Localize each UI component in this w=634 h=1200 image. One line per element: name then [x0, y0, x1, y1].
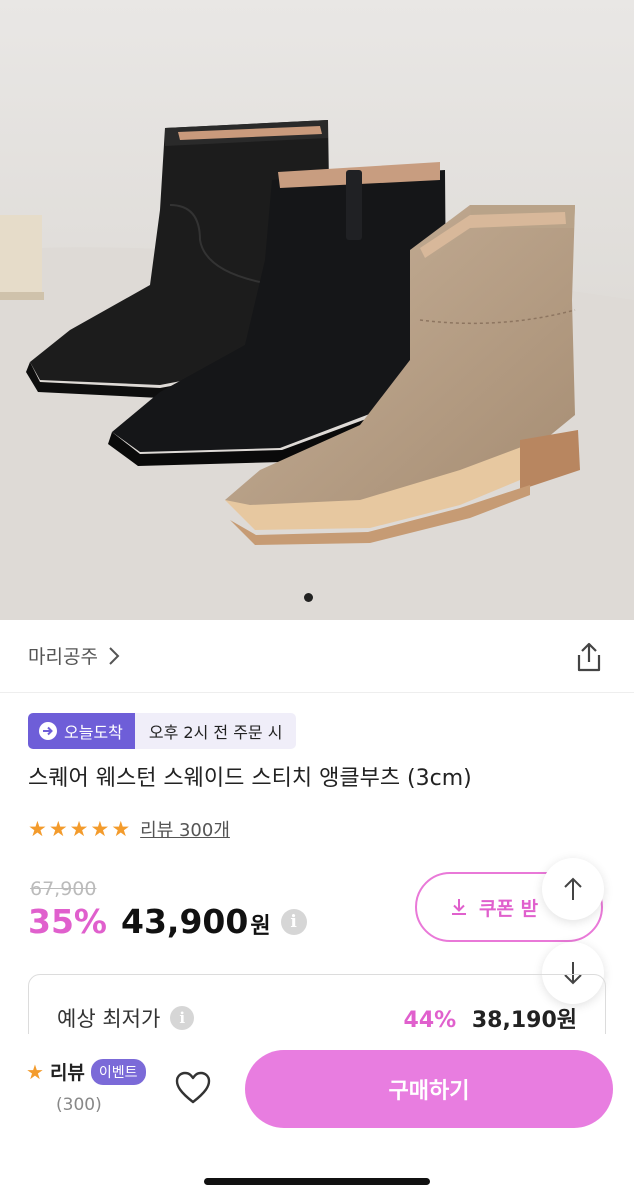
star-icon: ★ — [26, 1059, 44, 1084]
boots-illustration — [0, 0, 634, 620]
bottom-action-bar: ★ 리뷰 이벤트 (300) 구매하기 — [0, 1034, 634, 1200]
info-icon[interactable]: i — [280, 908, 307, 935]
lowest-price-label-row: 예상 최저가 i — [57, 1003, 195, 1033]
price-row: 35% 43,900 원 i — [28, 902, 307, 941]
review-event-row: ★ 리뷰 이벤트 — [26, 1058, 146, 1085]
currency-unit: 원 — [250, 914, 271, 939]
carousel-dot-active[interactable] — [304, 593, 313, 602]
product-image[interactable] — [0, 0, 634, 620]
today-delivery-badge: 오늘도착 — [28, 713, 135, 749]
star-icon: ★ — [90, 816, 110, 841]
chevron-right-icon — [109, 646, 120, 665]
scroll-top-button[interactable] — [542, 858, 604, 920]
rating-row: ★ ★ ★ ★ ★ 리뷰 300개 — [28, 816, 230, 842]
lowest-price-amount: 38,190원 — [471, 1008, 577, 1033]
review-count-link[interactable]: 리뷰 300개 — [140, 816, 230, 842]
original-price: 67,900 — [30, 878, 97, 900]
arrow-up-icon — [564, 877, 582, 900]
star-icon: ★ — [28, 816, 47, 841]
review-count: (300) — [56, 1095, 102, 1115]
star-icon: ★ — [111, 816, 131, 841]
lowest-discount-rate: 44% — [403, 1008, 457, 1033]
product-title: 스퀘어 웨스턴 스웨이드 스티치 앵클부츠 (3cm) — [28, 766, 472, 791]
discount-rate: 35% — [28, 902, 107, 941]
brand-link[interactable]: 마리공주 — [28, 642, 120, 669]
star-icon: ★ — [48, 816, 68, 841]
download-icon — [452, 899, 466, 915]
coupon-label: 쿠폰 받 — [479, 897, 539, 920]
delivery-icon — [39, 722, 57, 740]
event-badge: 이벤트 — [90, 1058, 146, 1085]
info-icon[interactable]: i — [170, 1006, 195, 1030]
star-icon: ★ — [69, 816, 89, 841]
order-cutoff-label: 오후 2시 전 주문 시 — [148, 723, 283, 742]
star-rating: ★ ★ ★ ★ ★ — [28, 816, 131, 841]
review-label: 리뷰 — [49, 1062, 85, 1084]
sale-price: 43,900 — [121, 902, 249, 941]
delivery-badges: 오늘도착 오후 2시 전 주문 시 — [28, 713, 297, 749]
lowest-price-label: 예상 최저가 — [57, 1007, 161, 1031]
lowest-price-value: 44% 38,190원 — [404, 1002, 577, 1034]
order-cutoff-badge: 오후 2시 전 주문 시 — [134, 713, 297, 749]
buy-button[interactable]: 구매하기 — [245, 1050, 613, 1128]
heart-icon[interactable] — [174, 1070, 212, 1106]
brand-row: 마리공주 — [0, 620, 634, 693]
today-delivery-label: 오늘도착 — [64, 723, 123, 742]
home-indicator — [204, 1178, 430, 1185]
review-event-block[interactable]: ★ 리뷰 이벤트 (300) — [26, 1058, 146, 1115]
share-icon[interactable] — [572, 640, 606, 674]
brand-name: 마리공주 — [28, 646, 98, 668]
